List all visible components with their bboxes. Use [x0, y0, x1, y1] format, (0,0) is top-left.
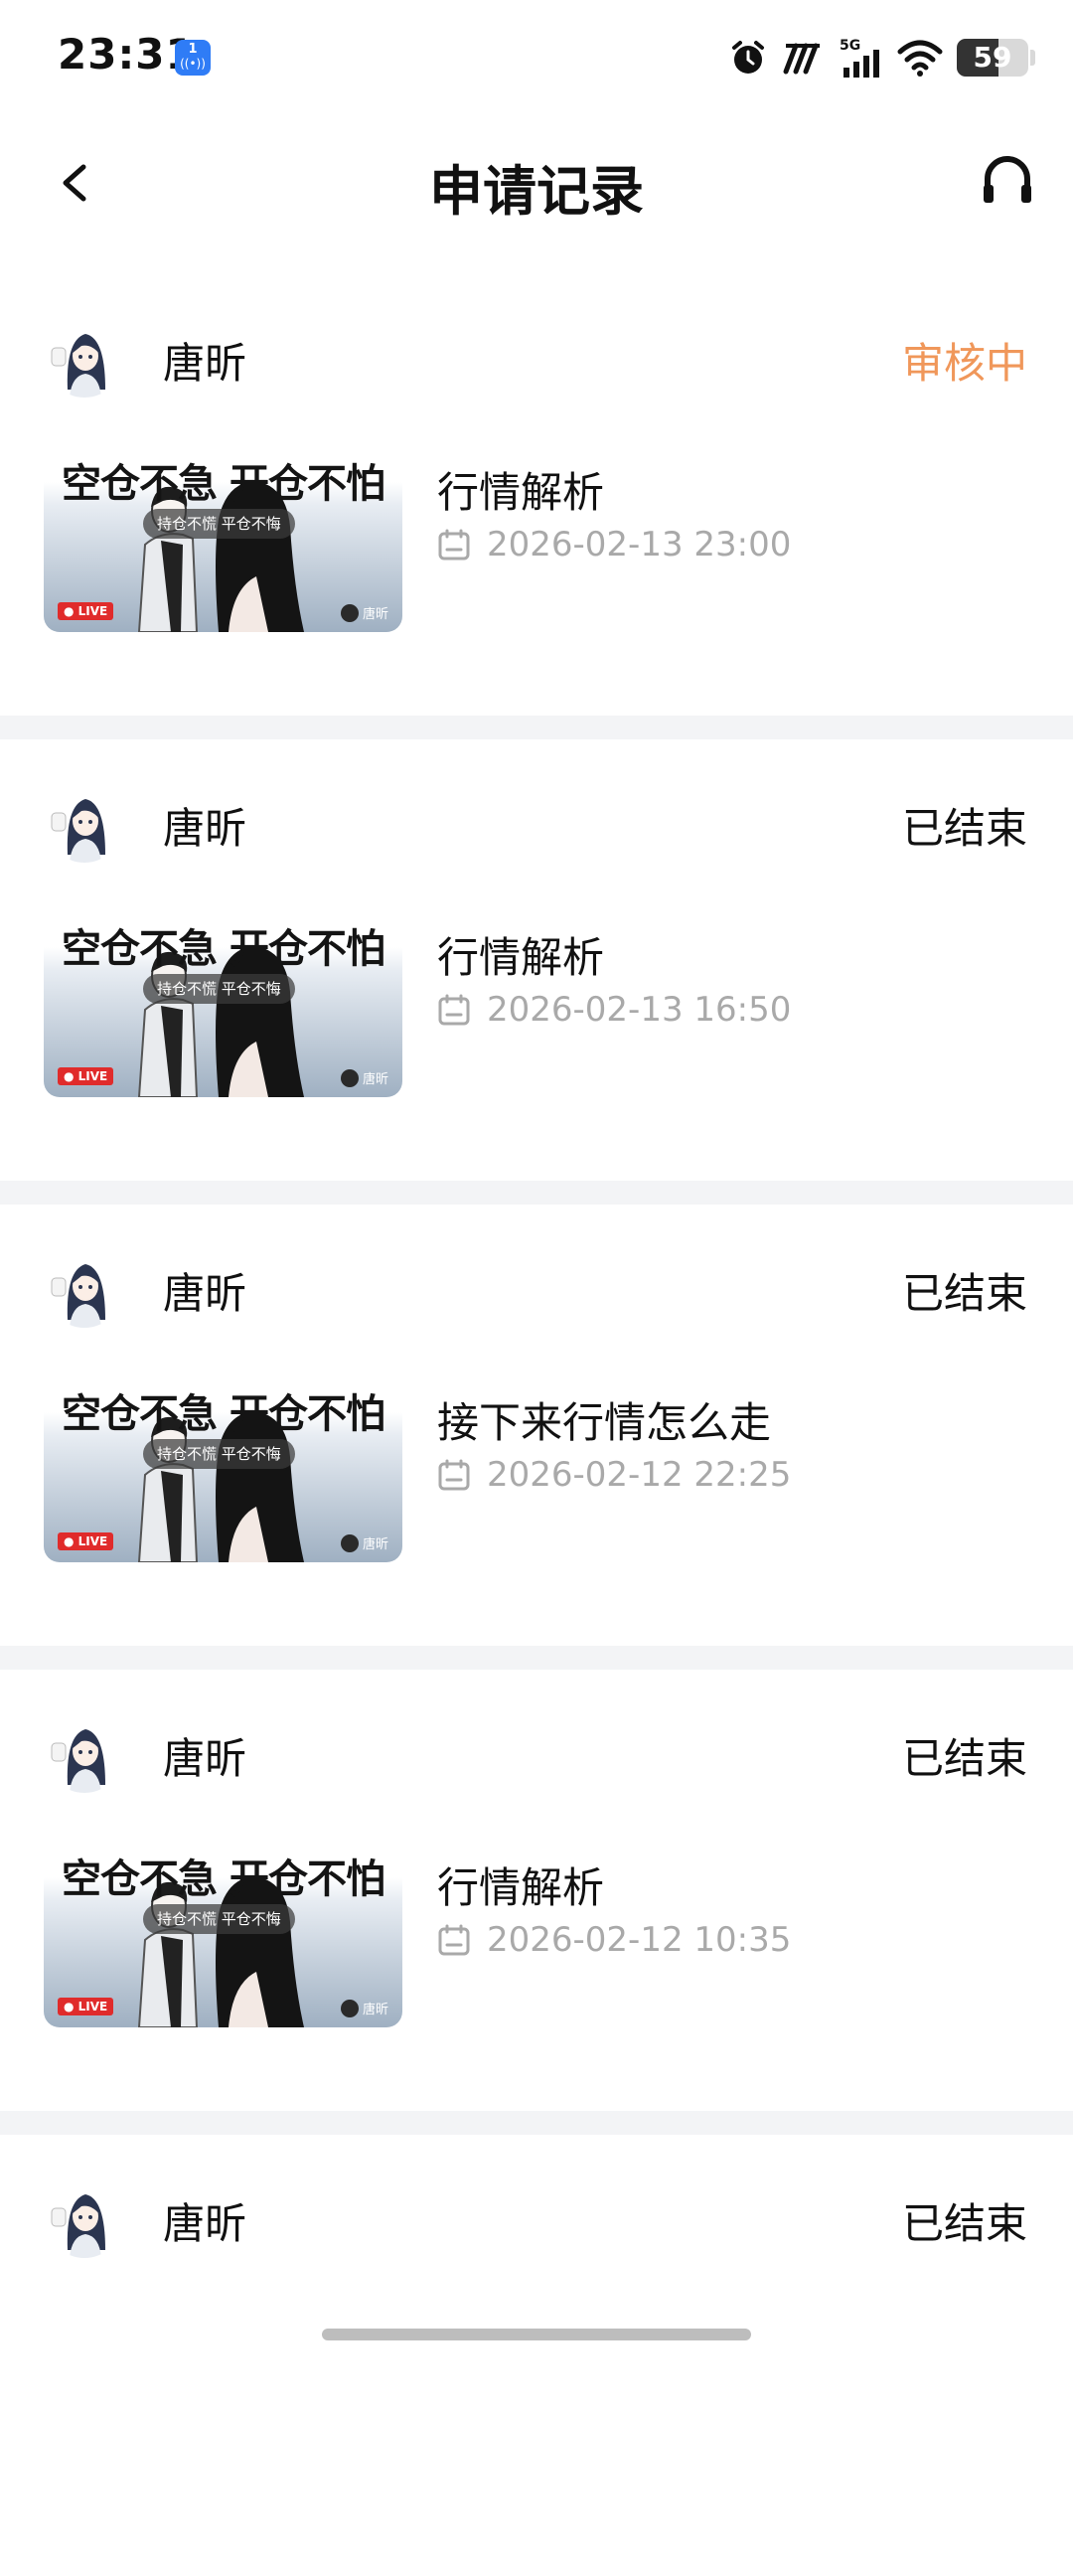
page-header: 申请记录	[0, 117, 1073, 246]
host-name: 唐昕	[163, 1734, 247, 1783]
cover-headline: 空仓不急 开仓不怕	[62, 1856, 385, 1902]
avatar	[46, 1715, 123, 1793]
record-title: 行情解析	[437, 1863, 605, 1912]
battery-icon: 59	[957, 39, 1028, 77]
hd-icon	[783, 43, 820, 75]
watermark-name: 唐昕	[362, 607, 388, 622]
calendar-icon	[438, 1924, 470, 1956]
status-badge: 已结束	[901, 1734, 1027, 1783]
record-card[interactable]: 唐昕 审核中 空仓不急 开仓不怕 持仓不慌 平仓不悔 ● LIVE 唐昕 行情解…	[0, 274, 1073, 716]
live-cover-image[interactable]: 空仓不急 开仓不怕 持仓不慌 平仓不悔 ● LIVE 唐昕	[44, 914, 402, 1097]
status-badge: 已结束	[901, 2199, 1027, 2248]
record-title: 接下来行情怎么走	[437, 1398, 772, 1447]
status-icons: 5G 59	[728, 34, 1035, 81]
record-card[interactable]: 唐昕 已结束	[0, 2135, 1073, 2576]
live-cover-image[interactable]: 空仓不急 开仓不怕 持仓不慌 平仓不悔 ● LIVE 唐昕	[44, 1845, 402, 2027]
live-badge: ● LIVE	[58, 1067, 114, 1085]
status-badge: 已结束	[901, 804, 1027, 853]
host-name: 唐昕	[163, 1269, 247, 1318]
svg-text:5G: 5G	[840, 38, 860, 54]
watermark-avatar-icon	[340, 1999, 359, 2017]
record-card[interactable]: 唐昕 已结束 空仓不急 开仓不怕 持仓不慌 平仓不悔 ● LIVE 唐昕 接下来…	[0, 1205, 1073, 1646]
record-time: 2026-02-12 10:35	[437, 1920, 791, 1960]
live-label: LIVE	[77, 1534, 108, 1548]
page-title: 申请记录	[429, 160, 644, 223]
cover-watermark: 唐昕	[340, 1068, 388, 1087]
host-name: 唐昕	[163, 2199, 247, 2248]
live-cover-image[interactable]: 空仓不急 开仓不怕 持仓不慌 平仓不悔 ● LIVE 唐昕	[44, 1379, 402, 1562]
status-badge: 审核中	[901, 339, 1027, 388]
watermark-avatar-icon	[340, 603, 359, 622]
live-label: LIVE	[77, 1069, 108, 1083]
home-indicator[interactable]	[322, 2329, 751, 2340]
calendar-icon	[438, 529, 470, 561]
record-card[interactable]: 唐昕 已结束 空仓不急 开仓不怕 持仓不慌 平仓不悔 ● LIVE 唐昕 行情解…	[0, 1670, 1073, 2111]
calendar-icon	[438, 994, 470, 1026]
cover-subline: 持仓不慌 平仓不悔	[143, 509, 295, 539]
live-badge: ● LIVE	[58, 602, 114, 620]
watermark-avatar-icon	[340, 1533, 359, 1552]
avatar	[46, 1250, 123, 1328]
section-divider	[0, 1181, 1073, 1205]
calendar-icon	[438, 1459, 470, 1491]
record-title: 行情解析	[437, 468, 605, 517]
hotspot-indicator-icon: 1 ((•))	[175, 40, 211, 76]
headset-icon	[984, 156, 1031, 203]
section-divider	[0, 2111, 1073, 2135]
record-time-text: 2026-02-12 10:35	[487, 1920, 792, 1960]
host-name: 唐昕	[163, 804, 247, 853]
hotspot-count: 1	[188, 42, 198, 57]
live-badge: ● LIVE	[58, 1532, 114, 1550]
cover-headline: 空仓不急 开仓不怕	[62, 1391, 385, 1437]
watermark-name: 唐昕	[362, 1072, 388, 1087]
live-label: LIVE	[77, 2000, 108, 2013]
status-badge: 已结束	[901, 1269, 1027, 1318]
live-badge: ● LIVE	[58, 1998, 114, 2015]
broadcast-icon: ((•))	[180, 57, 206, 71]
section-divider	[0, 716, 1073, 739]
cover-headline: 空仓不急 开仓不怕	[62, 461, 385, 507]
record-time: 2026-02-13 16:50	[437, 990, 791, 1030]
battery-tip	[1030, 50, 1035, 66]
5g-signal-icon: 5G	[840, 38, 879, 78]
alarm-icon	[732, 41, 764, 74]
record-time: 2026-02-13 23:00	[437, 525, 791, 564]
watermark-name: 唐昕	[362, 1537, 388, 1552]
watermark-name: 唐昕	[362, 2003, 388, 2017]
record-time-text: 2026-02-13 23:00	[487, 525, 792, 564]
customer-service-button[interactable]	[980, 153, 1035, 209]
status-bar: 23:31 1 ((•)) 5G 59	[0, 0, 1073, 117]
record-list: 唐昕 审核中 空仓不急 开仓不怕 持仓不慌 平仓不悔 ● LIVE 唐昕 行情解…	[0, 274, 1073, 2576]
avatar	[46, 2180, 123, 2258]
cover-watermark: 唐昕	[340, 603, 388, 622]
avatar	[46, 320, 123, 398]
record-time: 2026-02-12 22:25	[437, 1455, 791, 1495]
cover-subline: 持仓不慌 平仓不悔	[143, 974, 295, 1004]
cover-watermark: 唐昕	[340, 1533, 388, 1552]
cover-watermark: 唐昕	[340, 1999, 388, 2017]
record-time-text: 2026-02-13 16:50	[487, 990, 792, 1030]
battery-level: 59	[973, 41, 1012, 74]
host-name: 唐昕	[163, 339, 247, 388]
watermark-avatar-icon	[340, 1068, 359, 1087]
section-divider	[0, 1646, 1073, 1670]
wifi-icon	[897, 40, 943, 77]
record-time-text: 2026-02-12 22:25	[487, 1455, 792, 1495]
live-label: LIVE	[77, 604, 108, 618]
record-title: 行情解析	[437, 933, 605, 982]
live-cover-image[interactable]: 空仓不急 开仓不怕 持仓不慌 平仓不悔 ● LIVE 唐昕	[44, 449, 402, 632]
record-card[interactable]: 唐昕 已结束 空仓不急 开仓不怕 持仓不慌 平仓不悔 ● LIVE 唐昕 行情解…	[0, 739, 1073, 1181]
cover-subline: 持仓不慌 平仓不悔	[143, 1439, 295, 1469]
avatar	[46, 785, 123, 863]
cover-subline: 持仓不慌 平仓不悔	[143, 1904, 295, 1934]
cover-headline: 空仓不急 开仓不怕	[62, 926, 385, 972]
